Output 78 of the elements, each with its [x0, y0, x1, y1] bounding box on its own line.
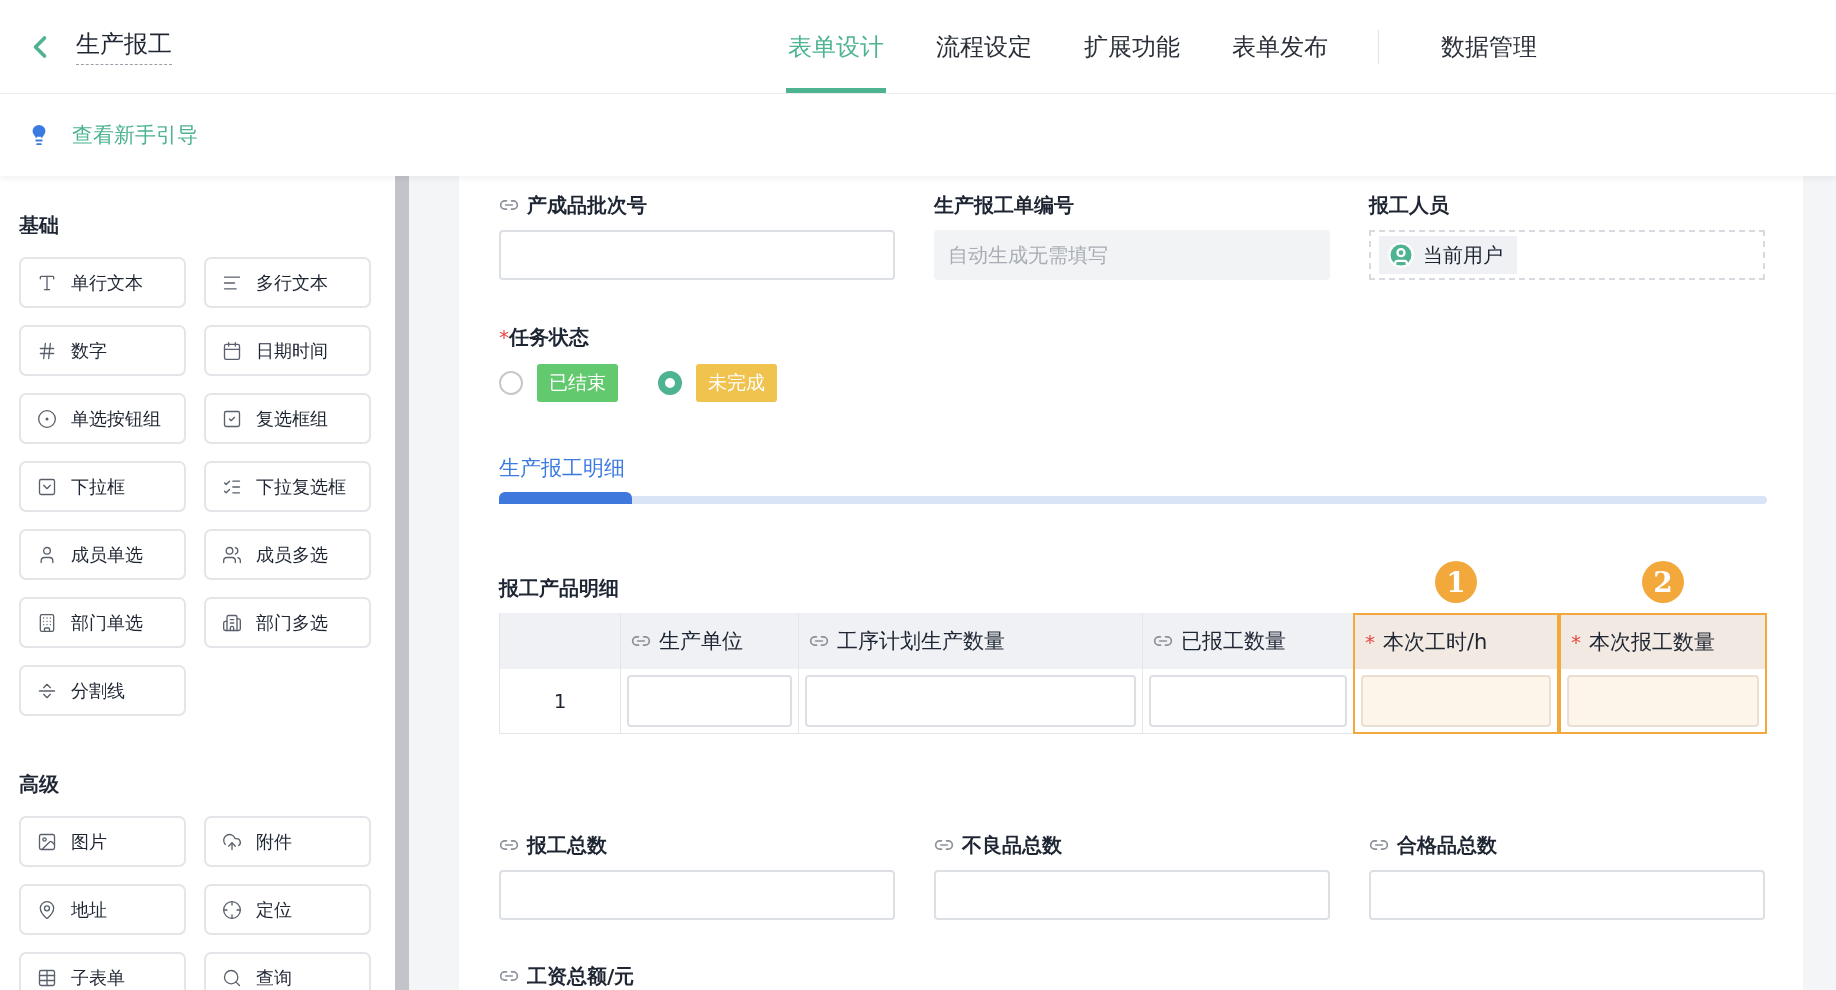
nav-tab[interactable]: 表单发布: [1230, 0, 1330, 93]
row-number: 1: [499, 669, 620, 734]
map-pin-icon: [37, 899, 57, 920]
input-field[interactable]: [499, 870, 895, 920]
radio-button[interactable]: [499, 371, 523, 395]
user-name: 当前用户: [1423, 241, 1503, 269]
required-mark: *: [1365, 630, 1375, 654]
group-title: 基础: [19, 212, 60, 239]
status-tag: 未完成: [696, 364, 777, 402]
cell-input[interactable]: [627, 675, 792, 727]
search-icon: [222, 967, 242, 988]
form-title[interactable]: 生产报工: [76, 28, 172, 65]
cell-input[interactable]: [805, 675, 1136, 727]
widget-button[interactable]: 子表单: [19, 952, 186, 990]
field-label: 报工人员: [1369, 191, 1449, 219]
input-field[interactable]: [499, 230, 895, 280]
building-icon: [37, 612, 57, 633]
field-label: 不良品总数: [962, 831, 1062, 859]
input-field[interactable]: [1369, 870, 1765, 920]
radio-button[interactable]: [658, 371, 682, 395]
widget-button[interactable]: 单选按钮组: [19, 393, 186, 444]
field-label: 产成品批次号: [527, 191, 647, 219]
widget-button[interactable]: 成员多选: [204, 529, 371, 580]
field-label: 任务状态: [509, 323, 589, 351]
column-title: 本次工时/h: [1383, 629, 1488, 656]
field-label: 合格品总数: [1397, 831, 1497, 859]
column-title: 生产单位: [659, 628, 743, 655]
required-mark: *: [499, 325, 509, 349]
group-title: 高级: [19, 771, 60, 798]
number-badge: 2: [1642, 561, 1684, 603]
required-mark: *: [1571, 630, 1581, 654]
column-title: 本次报工数量: [1589, 629, 1715, 656]
cell-input[interactable]: [1361, 674, 1551, 727]
people-icon: [222, 544, 242, 565]
table-icon: [37, 967, 57, 988]
checkbox-icon: [222, 408, 242, 429]
column-title: 工序计划生产数量: [837, 628, 1005, 655]
cell-input[interactable]: [1567, 674, 1759, 727]
widget-button[interactable]: 下拉框: [19, 461, 186, 512]
widget-button[interactable]: 附件: [204, 816, 371, 867]
number-badge: 1: [1435, 561, 1477, 603]
buildings-icon: [222, 612, 242, 633]
widget-button[interactable]: 成员单选: [19, 529, 186, 580]
table-title: 报工产品明细: [499, 575, 619, 602]
cell-input[interactable]: [1149, 675, 1347, 727]
column-title: 已报工数量: [1181, 628, 1286, 655]
widget-button[interactable]: 地址: [19, 884, 186, 935]
widget-button[interactable]: 单行文本: [19, 257, 186, 308]
input-field[interactable]: [934, 870, 1330, 920]
widget-button[interactable]: 复选框组: [204, 393, 371, 444]
widget-button[interactable]: 分割线: [19, 665, 186, 716]
section-tab[interactable]: 生产报工明细: [499, 454, 625, 482]
dropdown-icon: [37, 476, 57, 497]
field-label: 报工总数: [527, 831, 607, 859]
status-tag: 已结束: [537, 364, 618, 402]
nav-tab[interactable]: 流程设定: [934, 0, 1034, 93]
widget-button[interactable]: 定位: [204, 884, 371, 935]
widget-button[interactable]: 部门单选: [19, 597, 186, 648]
widget-button[interactable]: 数字: [19, 325, 186, 376]
widget-button[interactable]: 多行文本: [204, 257, 371, 308]
avatar-icon: [1387, 241, 1415, 269]
user-field[interactable]: 当前用户: [1369, 230, 1765, 280]
image-icon: [37, 831, 57, 852]
number-icon: [37, 340, 57, 361]
field-label: 生产报工单编号: [934, 191, 1074, 219]
nav-tab[interactable]: 数据管理: [1439, 0, 1539, 93]
scrollbar[interactable]: [395, 176, 409, 990]
cloud-upload-icon: [222, 831, 242, 852]
nav-tab[interactable]: 扩展功能: [1082, 0, 1182, 93]
widget-button[interactable]: 图片: [19, 816, 186, 867]
widget-button[interactable]: 日期时间: [204, 325, 371, 376]
calendar-icon: [222, 340, 242, 361]
widget-button[interactable]: 下拉复选框: [204, 461, 371, 512]
widget-button[interactable]: 查询: [204, 952, 371, 990]
widget-button[interactable]: 部门多选: [204, 597, 371, 648]
field-label: 工资总额/元: [527, 962, 635, 990]
radio-icon: [37, 408, 57, 429]
crosshair-icon: [222, 899, 242, 920]
